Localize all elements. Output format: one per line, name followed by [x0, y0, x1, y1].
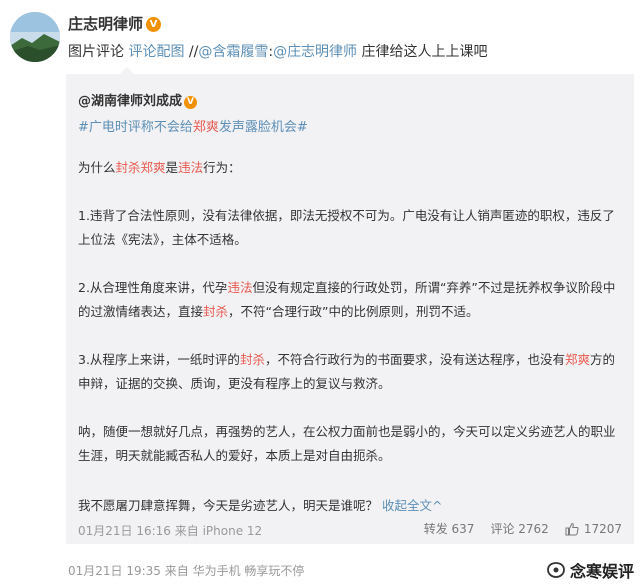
repost-author[interactable]: @湖南律师刘成成 V	[78, 90, 198, 109]
post-author[interactable]: 庄志明律师 V	[68, 13, 162, 34]
hashtag-link[interactable]: #广电时评称不会给郑爽发声露脸机会#	[78, 116, 308, 135]
comment-separator: //	[188, 44, 199, 60]
verified-badge-icon: V	[146, 17, 162, 32]
highlight-link[interactable]: 郑爽	[141, 160, 166, 175]
paragraph-5: 呐，随便一想就好几点，再强势的艺人，在公权力面前也是弱小的，今天可以定义劣迹艺人…	[78, 424, 616, 463]
post-meta: 01月21日 19:35 来自 华为手机 畅享玩不停	[68, 564, 305, 578]
highlight-link[interactable]: 违法	[227, 280, 252, 295]
post-author-name[interactable]: 庄志明律师	[68, 15, 143, 33]
repost-meta: 01月21日 16:16 来自 iPhone 12	[78, 524, 263, 538]
text: ，不符合行政行为的书面要求，没有送达程序，也没有	[264, 352, 565, 367]
comment-image-link[interactable]: 评论配图	[128, 44, 184, 60]
like-button[interactable]: 17207	[565, 522, 622, 536]
thumbs-up-icon	[565, 522, 579, 535]
repost-button[interactable]: 转发 637	[424, 520, 475, 537]
comment-label[interactable]: 评论 2762	[490, 520, 548, 537]
post-comment-text: 图片评论 评论配图 //@含霜履雪:@庄志明律师 庄律给这人上上课吧	[68, 41, 488, 61]
repost-container: @湖南律师刘成成 V #广电时评称不会给郑爽发声露脸机会# 为什么封杀郑爽是违法行…	[66, 67, 634, 544]
hashtag-part: 发声露脸机会#	[218, 120, 308, 135]
paragraph-4: 3.从程序上来讲，一纸时评的封杀，不符合行政行为的书面要求，没有送达程序，也没有…	[78, 348, 626, 396]
repost-author-name[interactable]: @湖南律师刘成成	[78, 94, 182, 109]
highlight-link[interactable]: 封杀	[240, 352, 265, 367]
paragraph-6: 我不愿屠刀肆意挥舞，今天是劣迹艺人，明天是谁呢？ 收起全文^	[78, 494, 626, 518]
paragraph-2: 1.违背了合法性原则，没有法律依据，即法无授权不可为。广电没有让人销声匿迹的职权…	[78, 208, 615, 247]
paragraph-1: 为什么封杀郑爽是违法行为：	[78, 156, 626, 180]
comment-button[interactable]: 评论 2762	[490, 520, 548, 537]
paragraph-3: 2.从合理性角度来讲，代孕违法但没有规定直接的行政处罚，所谓“弃养”不过是抚养权…	[78, 276, 626, 324]
highlight-link[interactable]: 封杀	[203, 304, 228, 319]
highlight-link[interactable]: 违法	[178, 160, 203, 175]
text: 2.从合理性角度来讲，代孕	[78, 280, 228, 295]
verified-badge-icon: V	[184, 96, 198, 109]
avatar[interactable]	[10, 12, 60, 62]
text: 我不愿屠刀肆意挥舞，今天是劣迹艺人，明天是谁呢？	[78, 498, 379, 513]
hashtag-highlight: 郑爽	[192, 120, 219, 135]
text: 3.从程序上来讲，一纸时评的	[78, 352, 240, 367]
collapse-link[interactable]: 收起全文^	[382, 498, 443, 513]
hashtag-part: #广电时评称不会给	[78, 120, 193, 135]
repost-caret	[120, 67, 134, 74]
chevron-up-icon: ^	[432, 498, 443, 513]
like-count[interactable]: 17207	[584, 522, 622, 536]
collapse-label[interactable]: 收起全文	[382, 498, 432, 513]
watermark: 念寒娱评	[546, 558, 634, 582]
highlight-link[interactable]: 郑爽	[565, 352, 590, 367]
avatar-image	[10, 12, 60, 62]
text: 为什么	[78, 160, 116, 175]
text: 是	[165, 160, 179, 175]
repost-label[interactable]: 转发 637	[424, 520, 475, 537]
comment-body: 庄律给这人上上课吧	[357, 44, 488, 60]
text: 行为：	[203, 160, 241, 175]
mention-link-2[interactable]: @庄志明律师	[273, 44, 357, 60]
repost-actions: 转发 637 评论 2762 17207	[424, 520, 622, 537]
highlight-link[interactable]: 封杀	[116, 160, 141, 175]
watermark-logo-icon	[547, 562, 565, 578]
mention-link-1[interactable]: @含霜履雪	[198, 44, 268, 60]
comment-prefix: 图片评论	[68, 44, 124, 60]
watermark-text: 念寒娱评	[569, 562, 634, 581]
text: ，不符“合理行政”中的比例原则，刑罚不适。	[228, 304, 479, 319]
